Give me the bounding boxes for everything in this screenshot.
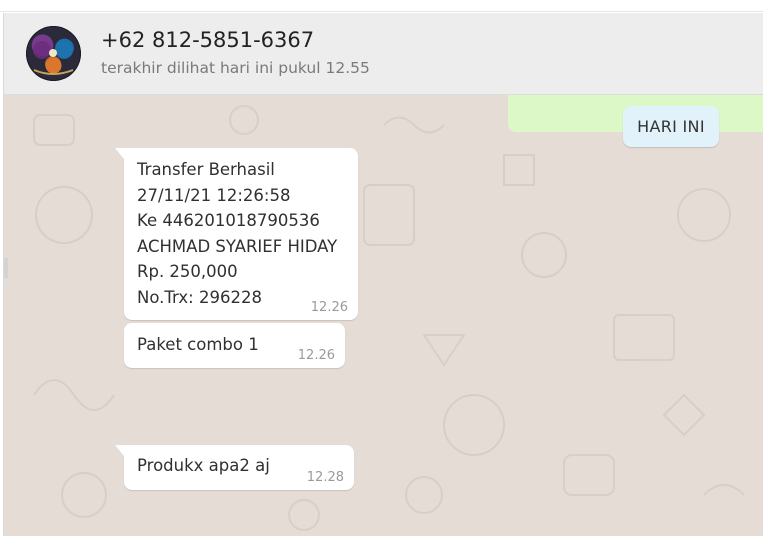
message-text: Produkx apa2 aj (137, 456, 270, 475)
date-separator: HARI INI (623, 106, 719, 147)
message-text: Paket combo 1 (137, 335, 259, 354)
contact-last-seen: terakhir dilihat hari ini pukul 12.55 (101, 59, 370, 77)
message-time: 12.26 (310, 300, 348, 315)
incoming-message[interactable]: Produkx apa2 aj 12.28 (115, 445, 354, 490)
contact-name[interactable]: +62 812-5851-6367 (101, 28, 314, 52)
incoming-message[interactable]: Transfer Berhasil 27/11/21 12:26:58 Ke 4… (115, 148, 358, 320)
window-top-strip (0, 0, 763, 12)
message-time: 12.26 (297, 348, 335, 363)
chat-header[interactable]: +62 812-5851-6367 terakhir dilihat hari … (3, 13, 763, 95)
message-text: Transfer Berhasil 27/11/21 12:26:58 Ke 4… (137, 160, 338, 307)
chat-wallpaper-pattern (33, 105, 745, 531)
message-time: 12.28 (306, 470, 344, 485)
avatar-art-icon (26, 26, 81, 81)
chat-panel[interactable]: HARI INI Transfer Berhasil 27/11/21 12:2… (3, 95, 763, 536)
contact-avatar[interactable] (26, 26, 81, 81)
incoming-message[interactable]: Paket combo 1 12.26 (124, 323, 345, 368)
panel-edge-marker (4, 258, 8, 278)
